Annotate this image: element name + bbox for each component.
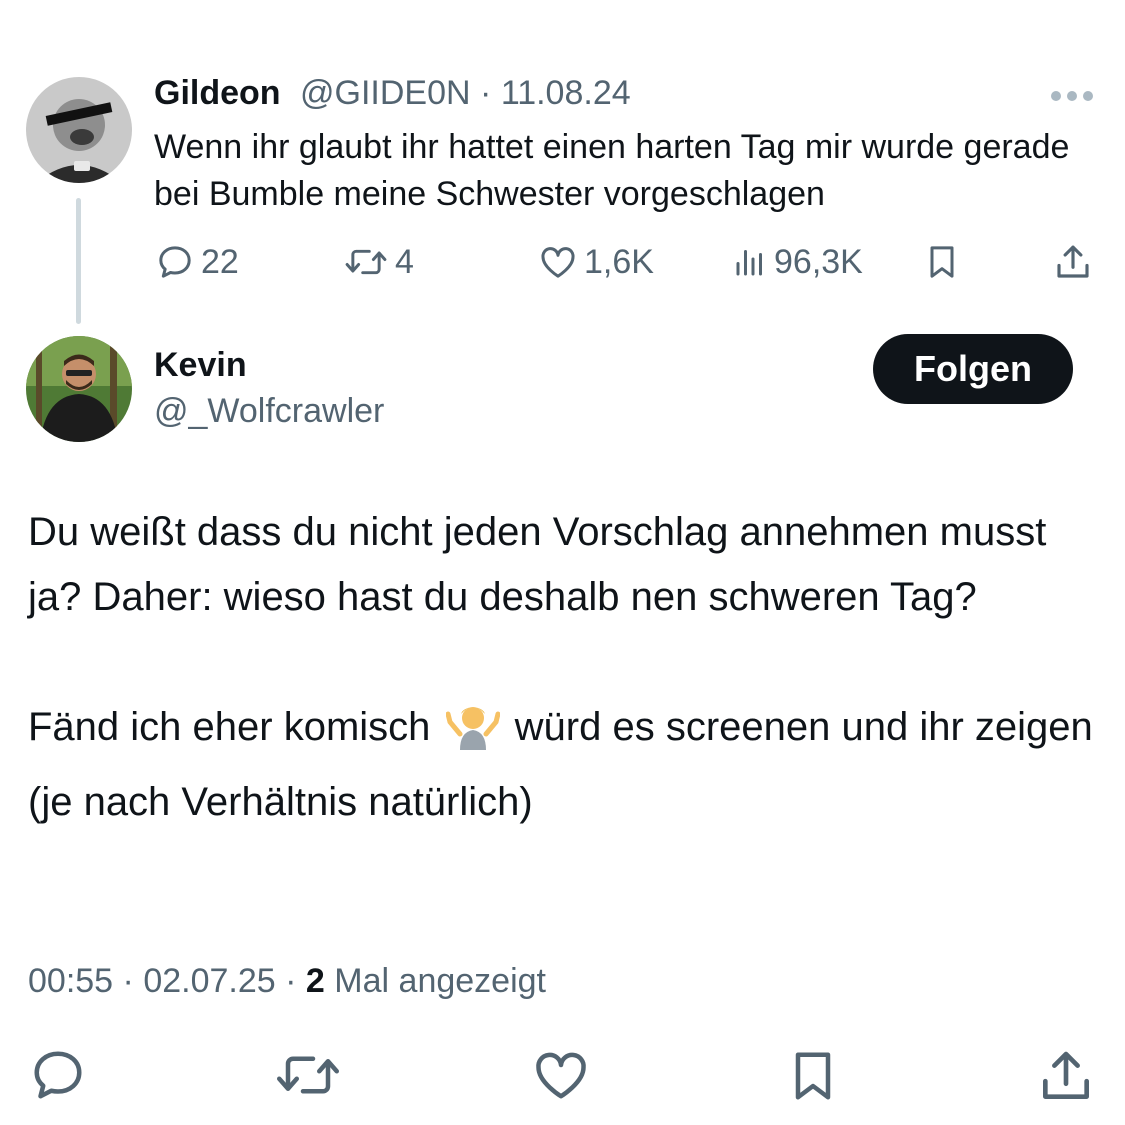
quoted-repost-button[interactable]: 4	[343, 240, 414, 284]
quoted-views-button[interactable]: 96,3K	[732, 240, 863, 284]
quoted-like-count: 1,6K	[584, 242, 654, 281]
follow-button[interactable]: Folgen	[873, 334, 1073, 404]
bookmark-icon[interactable]	[922, 240, 962, 289]
quoted-separator: ·	[480, 74, 492, 112]
reply-display-name[interactable]: Kevin	[154, 346, 247, 385]
reply-meta-line: 00:55 · 02.07.25 · 2 Mal angezeigt	[28, 962, 546, 1001]
quoted-tweet-text[interactable]: Wenn ihr glaubt ihr hattet einen harten …	[154, 124, 1084, 218]
reply-icon	[159, 246, 191, 278]
reply-time: 00:55	[28, 962, 114, 1000]
thread-connector-line	[76, 198, 81, 324]
kevin-avatar[interactable]	[26, 336, 132, 442]
quoted-date[interactable]: 11.08.24	[501, 74, 631, 112]
reply-date: 02.07.25	[143, 962, 276, 1000]
quoted-reply-button[interactable]: 22	[155, 240, 239, 284]
like-icon[interactable]	[530, 1045, 592, 1110]
quoted-tweet-header: Gildeon @GIIDE0N · 11.08.24	[154, 74, 631, 113]
gildeon-avatar[interactable]	[26, 77, 132, 183]
reply-paragraph-1: Du weißt dass du nicht jeden Vorschlag a…	[28, 510, 1047, 619]
reply-view-count: 2	[305, 962, 325, 1000]
share-icon[interactable]	[1035, 1045, 1097, 1112]
person-shrugging-emoji	[445, 700, 501, 770]
reply-tweet-text[interactable]: Du weißt dass du nicht jeden Vorschlag a…	[28, 500, 1103, 835]
quoted-like-button[interactable]: 1,6K	[538, 240, 654, 284]
quoted-repost-count: 4	[395, 242, 414, 281]
views-icon	[736, 250, 762, 276]
like-icon	[541, 247, 575, 278]
quoted-handle[interactable]: @GIIDE0N	[300, 74, 471, 112]
reply-handle[interactable]: @_Wolfcrawler	[154, 392, 384, 431]
more-icon[interactable]	[1050, 88, 1094, 109]
quoted-display-name[interactable]: Gildeon	[154, 74, 281, 112]
reply-icon[interactable]	[28, 1045, 88, 1110]
reply-view-label: Mal angezeigt	[334, 962, 546, 1000]
reply-meta-separator-2: ·	[285, 962, 297, 1000]
share-icon[interactable]	[1052, 240, 1094, 289]
reply-paragraph-2: Fänd ich eher komisch würd es screenen u…	[28, 695, 1103, 835]
reply-meta-separator-1: ·	[122, 962, 134, 1000]
bookmark-icon[interactable]	[783, 1045, 843, 1112]
repost-icon[interactable]	[272, 1045, 344, 1110]
quoted-reply-count: 22	[201, 242, 239, 281]
quoted-views-count: 96,3K	[774, 242, 863, 281]
reply-paragraph-2-start: Fänd ich eher komisch	[28, 705, 431, 749]
repost-icon	[345, 249, 387, 275]
